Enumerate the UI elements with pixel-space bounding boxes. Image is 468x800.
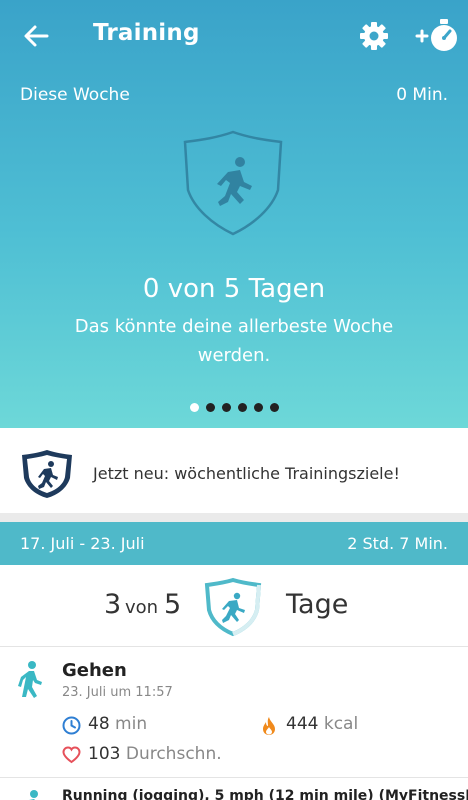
heart-rate-unit: Durchschn. — [125, 744, 222, 764]
calories-value: 444 — [286, 714, 319, 734]
week-range: 17. Juli - 23. Juli — [20, 534, 145, 553]
page-dot[interactable] — [206, 403, 215, 412]
runner-shield-icon — [22, 450, 72, 498]
activity-item[interactable]: Gehen 23. Juli um 11:57 48 min 444 kcal … — [0, 648, 468, 778]
days-goal: 5 — [164, 589, 182, 620]
hero-panel: Training Diese Woche 0 Min. 0 von 5 Tage… — [0, 0, 468, 428]
running-icon — [29, 790, 38, 800]
clock-icon — [62, 716, 81, 735]
page-dot[interactable] — [222, 403, 231, 412]
page-title: Training — [93, 20, 200, 46]
days-unit: Tage — [286, 589, 349, 620]
activity-name: Running (jogging), 5 mph (12 min mile) (… — [62, 788, 468, 800]
runner-shield-icon — [204, 577, 262, 637]
days-progress-text: 0 von 5 Tagen — [142, 274, 326, 304]
week-goal-summary: 3 von 5 Tage — [0, 565, 468, 647]
page-dot[interactable] — [254, 403, 263, 412]
von-label: von — [125, 597, 159, 618]
heart-icon — [62, 746, 81, 764]
page-dot[interactable] — [270, 403, 279, 412]
heart-rate-value: 103 — [88, 744, 121, 764]
page-dot[interactable] — [190, 403, 199, 412]
duration-value: 48 — [88, 714, 110, 734]
activity-item[interactable]: Running (jogging), 5 mph (12 min mile) (… — [0, 779, 468, 800]
arrow-left-icon[interactable] — [20, 20, 52, 52]
calories-stat: 444 kcal — [260, 714, 359, 735]
flame-icon — [263, 717, 275, 735]
section-divider — [0, 513, 468, 522]
calories-unit: kcal — [323, 714, 359, 734]
weekly-goals-promo[interactable]: Jetzt neu: wöchentliche Trainingsziele! — [0, 428, 468, 513]
duration-stat: 48 min — [62, 714, 148, 735]
week-range-header: 17. Juli - 23. Juli 2 Std. 7 Min. — [0, 522, 468, 565]
activity-date: 23. Juli um 11:57 — [62, 685, 173, 700]
runner-shield-icon — [183, 130, 283, 236]
period-label: Diese Woche — [20, 85, 130, 105]
gear-icon[interactable] — [358, 20, 390, 52]
period-minutes: 0 Min. — [396, 85, 448, 105]
heart-rate-stat: 103 Durchschn. — [62, 744, 222, 764]
this-week-row: Diese Woche 0 Min. — [20, 85, 448, 105]
page-dot[interactable] — [238, 403, 247, 412]
promo-text: Jetzt neu: wöchentliche Trainingsziele! — [93, 464, 400, 483]
walking-icon — [18, 661, 42, 698]
top-bar: Training — [0, 0, 468, 72]
days-achieved: 3 — [104, 589, 122, 620]
add-stopwatch-icon[interactable] — [414, 16, 460, 54]
duration-unit: min — [115, 714, 148, 734]
week-total-time: 2 Std. 7 Min. — [347, 534, 448, 553]
encouragement-text: Das könnte deine allerbeste Woche werden… — [74, 316, 394, 366]
activity-name: Gehen — [62, 660, 127, 681]
